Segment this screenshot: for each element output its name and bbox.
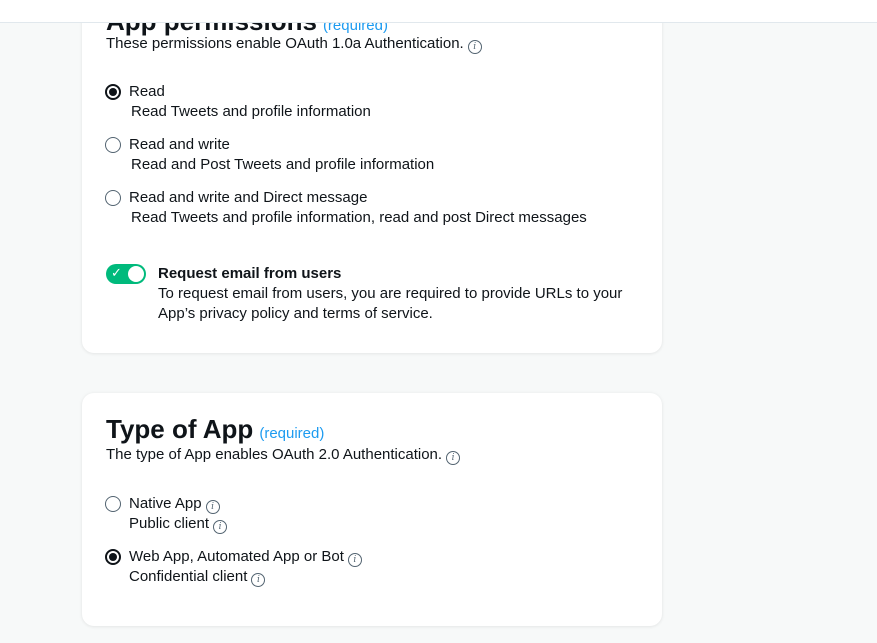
app-permissions-description: These permissions enable OAuth 1.0a Auth… xyxy=(106,34,482,54)
app-type-web-sublabel: Confidential client i xyxy=(129,567,266,587)
radio-web-app[interactable] xyxy=(105,549,121,565)
type-of-app-description: The type of App enables OAuth 2.0 Authen… xyxy=(106,445,461,465)
app-type-web-label-text: Web App, Automated App or Bot xyxy=(129,548,344,565)
right-rail xyxy=(847,22,877,643)
type-of-app-description-text: The type of App enables OAuth 2.0 Authen… xyxy=(106,446,443,463)
app-type-native-sublabel: Public client i xyxy=(129,514,228,534)
info-icon[interactable]: i xyxy=(347,553,362,567)
info-icon[interactable]: i xyxy=(467,40,482,54)
radio-read[interactable] xyxy=(105,84,121,100)
type-of-app-required-label: (required) xyxy=(259,425,325,442)
type-of-app-card: Type of App (required) The type of App en… xyxy=(82,393,662,626)
radio-read-write[interactable] xyxy=(105,137,121,153)
permission-read-write-label: Read and write xyxy=(129,136,230,153)
permission-read-write-dm-sublabel: Read Tweets and profile information, rea… xyxy=(131,209,587,226)
permission-read-write-dm-label: Read and write and Direct message xyxy=(129,189,368,206)
app-type-native-sublabel-text: Public client xyxy=(129,515,210,532)
top-bar xyxy=(0,0,877,23)
info-icon[interactable]: i xyxy=(251,573,266,587)
radio-native-app[interactable] xyxy=(105,496,121,512)
type-of-app-title: Type of App (required) xyxy=(106,414,324,449)
checkmark-icon: ✓ xyxy=(111,266,122,281)
app-permissions-description-text: These permissions enable OAuth 1.0a Auth… xyxy=(106,35,464,52)
permission-read-write-sublabel: Read and Post Tweets and profile informa… xyxy=(131,156,435,173)
app-type-web-sublabel-text: Confidential client xyxy=(129,568,248,585)
info-icon[interactable]: i xyxy=(205,500,220,514)
permission-read-label: Read xyxy=(129,83,165,100)
toggle-knob xyxy=(128,266,144,282)
app-permissions-card: App permissions(required) These permissi… xyxy=(82,0,662,353)
type-of-app-title-text: Type of App xyxy=(106,414,254,444)
info-icon[interactable]: i xyxy=(213,520,228,534)
radio-read-write-dm[interactable] xyxy=(105,190,121,206)
request-email-toggle[interactable]: ✓ xyxy=(106,264,146,284)
app-type-native-label: Native App i xyxy=(129,494,220,514)
request-email-label: Request email from users xyxy=(158,265,342,282)
permission-read-sublabel: Read Tweets and profile information xyxy=(131,103,371,120)
app-type-web-label: Web App, Automated App or Bot i xyxy=(129,547,362,567)
info-icon[interactable]: i xyxy=(446,451,461,465)
request-email-description: To request email from users, you are req… xyxy=(158,285,623,322)
app-type-native-label-text: Native App xyxy=(129,495,202,512)
